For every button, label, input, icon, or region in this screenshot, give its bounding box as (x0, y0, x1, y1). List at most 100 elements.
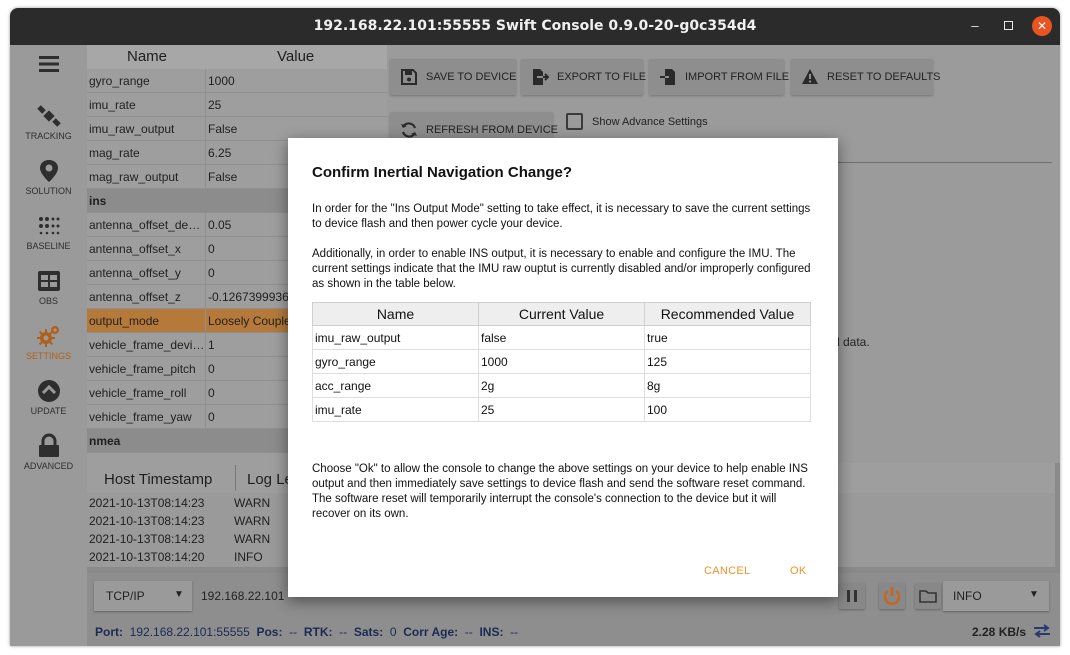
cell-current: 1000 (478, 349, 645, 374)
connection-type-select[interactable]: TCP/IP ▼ (94, 581, 192, 611)
import-icon (660, 69, 675, 85)
show-advanced-settings-checkbox[interactable] (566, 113, 583, 130)
sidebar-item-label: SETTINGS (25, 351, 71, 361)
rtk-label: RTK: (303, 625, 333, 639)
connection-type-value: TCP/IP (106, 589, 145, 603)
table-row: imu_raw_output false true (312, 325, 811, 350)
sidebar-item-solution[interactable]: SOLUTION (10, 158, 87, 213)
log-level: WARN (234, 514, 271, 528)
setting-description-text: l data. (837, 335, 870, 349)
reset-to-defaults-button[interactable]: RESET TO DEFAULTS (791, 59, 941, 95)
refresh-icon (401, 122, 417, 138)
setting-group-name: nmea (89, 434, 121, 448)
setting-name: vehicle_frame_pitch (89, 362, 196, 376)
minimize-button[interactable]: – (965, 16, 985, 36)
open-folder-button[interactable] (915, 583, 941, 609)
log-timestamp: 2021-10-13T08:14:23 (89, 532, 205, 546)
sats-value: 0 (389, 625, 397, 639)
pause-button[interactable] (839, 583, 865, 609)
save-icon (401, 69, 417, 85)
sidebar-item-label: UPDATE (30, 406, 67, 416)
confirm-ins-change-dialog: Confirm Inertial Navigation Change? In o… (288, 138, 838, 597)
lock-icon (38, 433, 59, 457)
cell-current: 25 (478, 397, 645, 422)
data-rate: 2.28 KB/s (972, 625, 1027, 639)
setting-name: antenna_offset_y (89, 266, 181, 280)
power-button[interactable] (879, 583, 905, 609)
sidebar-item-label: SOLUTION (25, 186, 72, 196)
export-to-file-button[interactable]: EXPORT TO FILE (521, 59, 646, 95)
maximize-icon (1003, 21, 1013, 30)
port-label: Port: (95, 625, 123, 639)
cell-name: acc_range (312, 373, 479, 398)
rtk-value: -- (339, 625, 348, 639)
cell-name: imu_rate (312, 397, 479, 422)
setting-value: 25 (208, 98, 222, 112)
cell-current: false (478, 325, 645, 350)
dialog-paragraph-3: Choose "Ok" to allow the console to chan… (312, 463, 808, 520)
sidebar: TRACKING SOLUTION BASELINE OBS SETTINGS … (10, 45, 87, 646)
ok-button[interactable]: OK (790, 565, 807, 577)
sidebar-item-advanced[interactable]: ADVANCED (10, 433, 87, 488)
cell-name: gyro_range (312, 349, 479, 374)
power-icon (883, 587, 901, 605)
sidebar-item-baseline[interactable]: BASELINE (10, 213, 87, 268)
column-header-log-level: Log Le (247, 471, 293, 488)
pos-label: Pos: (256, 625, 283, 639)
log-timestamp: 2021-10-13T08:14:23 (89, 496, 205, 510)
cancel-button[interactable]: CANCEL (704, 565, 750, 577)
host-value: 192.168.22.101 (201, 589, 285, 603)
recommended-settings-table: Name Current Value Recommended Value imu… (312, 302, 811, 422)
map-pin-icon (39, 160, 58, 182)
setting-name: antenna_offset_devi... (89, 218, 205, 232)
folder-icon (919, 590, 937, 603)
button-label: RESET TO DEFAULTS (827, 71, 941, 83)
sidebar-item-label: OBS (38, 296, 58, 306)
setting-name: mag_rate (89, 146, 140, 160)
dialog-paragraph-1: In order for the "Ins Output Mode" setti… (312, 203, 811, 230)
sidebar-item-update[interactable]: UPDATE (10, 378, 87, 433)
setting-name: vehicle_frame_devia... (89, 338, 205, 352)
save-to-device-button[interactable]: SAVE TO DEVICE (390, 59, 516, 95)
sats-label: Sats: (353, 625, 384, 639)
setting-name: imu_raw_output (89, 122, 175, 136)
dots-grid-icon (38, 217, 59, 235)
menu-button[interactable] (10, 51, 87, 106)
column-header-name: Name (127, 48, 168, 65)
cell-recommended: true (644, 325, 811, 350)
sidebar-item-settings[interactable]: SETTINGS (10, 323, 87, 378)
menu-icon (38, 56, 59, 72)
sidebar-item-obs[interactable]: OBS (10, 268, 87, 323)
table-row: acc_range 2g 8g (312, 373, 811, 398)
pos-value: -- (289, 625, 298, 639)
setting-value: False (208, 122, 238, 136)
sync-arrows-icon (1034, 624, 1050, 638)
dropdown-arrow-icon: ▼ (1029, 589, 1039, 600)
maximize-button[interactable] (998, 16, 1018, 36)
sidebar-item-label: BASELINE (26, 241, 71, 251)
settings-row[interactable]: imu_rate 25 (87, 93, 387, 117)
log-timestamp: 2021-10-13T08:14:23 (89, 514, 205, 528)
setting-name: imu_rate (89, 98, 136, 112)
chevron-up-circle-icon (37, 380, 60, 402)
status-bar: Port: 192.168.22.101:55555 Pos: -- RTK: … (87, 617, 1060, 646)
close-button[interactable]: ✕ (1032, 16, 1052, 36)
host-input[interactable]: 192.168.22.101 (201, 581, 291, 611)
dialog-title: Confirm Inertial Navigation Change? (312, 164, 573, 181)
log-level-select[interactable]: INFO ▼ (943, 581, 1049, 611)
settings-row[interactable]: gyro_range 1000 (87, 69, 387, 93)
ins-label: INS: (479, 625, 504, 639)
gears-icon (36, 326, 59, 347)
table-row: imu_rate 25 100 (312, 397, 811, 422)
import-from-file-button[interactable]: IMPORT FROM FILE (649, 59, 789, 95)
setting-name: vehicle_frame_roll (89, 386, 187, 400)
corr-age-value: -- (464, 625, 473, 639)
cell-recommended: 8g (644, 373, 811, 398)
satellite-icon (36, 105, 61, 127)
corr-age-label: Corr Age: (403, 625, 459, 639)
setting-value: 1000 (208, 74, 235, 88)
column-header-name: Name (312, 302, 479, 326)
pause-icon (847, 590, 857, 602)
column-header-current-value: Current Value (478, 302, 645, 326)
sidebar-item-tracking[interactable]: TRACKING (10, 103, 87, 158)
